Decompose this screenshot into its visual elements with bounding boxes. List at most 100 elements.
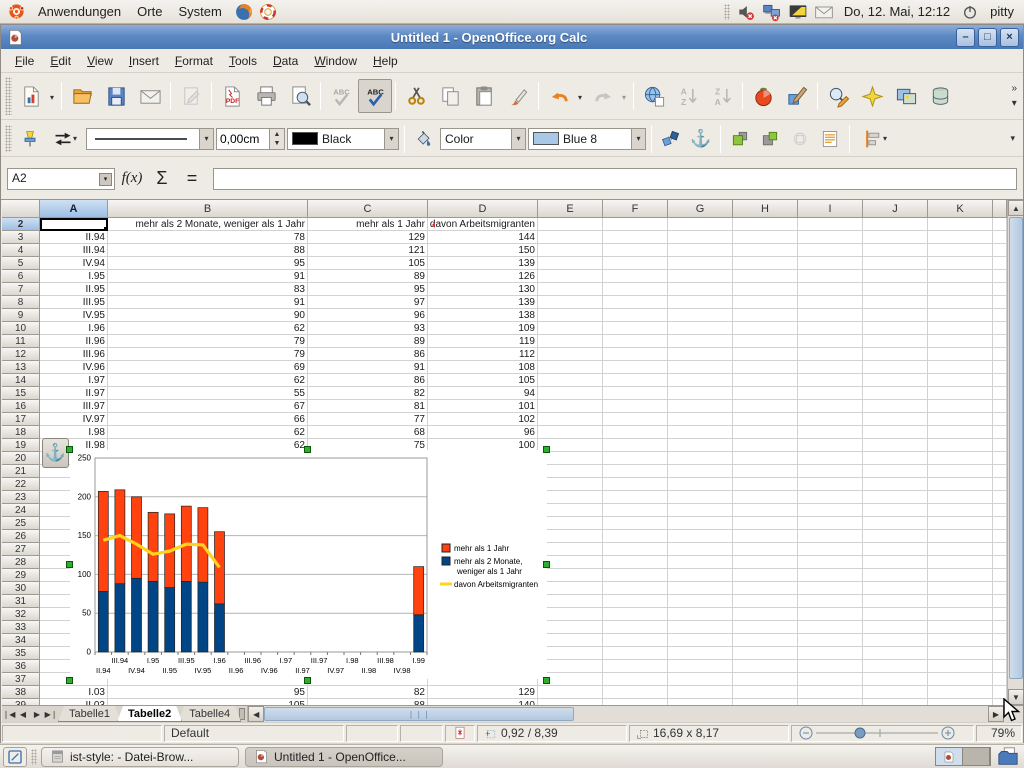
cell-pad6[interactable] bbox=[993, 270, 1007, 283]
cell-J26[interactable] bbox=[863, 530, 928, 543]
cell-H28[interactable] bbox=[733, 556, 798, 569]
email-button[interactable] bbox=[133, 79, 167, 113]
cell-F19[interactable] bbox=[603, 439, 668, 452]
cell-E18[interactable] bbox=[538, 426, 603, 439]
row-header-26[interactable]: 26 bbox=[2, 530, 40, 543]
to-background-icon[interactable] bbox=[816, 126, 844, 152]
paste-button[interactable] bbox=[467, 79, 501, 113]
cell-K36[interactable] bbox=[928, 660, 993, 673]
cell-C9[interactable]: 96 bbox=[308, 309, 428, 322]
cell-D6[interactable]: 126 bbox=[428, 270, 538, 283]
cell-A15[interactable]: II.97 bbox=[40, 387, 108, 400]
cell-F4[interactable] bbox=[603, 244, 668, 257]
cell-G38[interactable] bbox=[668, 686, 733, 699]
cell-C5[interactable]: 105 bbox=[308, 257, 428, 270]
cell-K31[interactable] bbox=[928, 595, 993, 608]
cell-E9[interactable] bbox=[538, 309, 603, 322]
cell-K38[interactable] bbox=[928, 686, 993, 699]
cell-I18[interactable] bbox=[798, 426, 863, 439]
panel-menu-orte[interactable]: Orte bbox=[129, 3, 170, 20]
cell-E2[interactable] bbox=[538, 218, 603, 231]
trash-folder-icon[interactable] bbox=[995, 746, 1021, 768]
help-lifering-icon[interactable] bbox=[258, 2, 278, 22]
cell-pad8[interactable] bbox=[993, 296, 1007, 309]
cell-I9[interactable] bbox=[798, 309, 863, 322]
select-all-corner[interactable] bbox=[2, 200, 40, 218]
menu-format[interactable]: Format bbox=[167, 51, 221, 71]
cell-E29[interactable] bbox=[538, 569, 603, 582]
cell-I8[interactable] bbox=[798, 296, 863, 309]
titlebar[interactable]: Untitled 1 - OpenOffice.org Calc – □ × bbox=[1, 25, 1023, 49]
name-box[interactable]: A2 ▾ bbox=[7, 168, 115, 190]
cell-G10[interactable] bbox=[668, 322, 733, 335]
column-header-D[interactable]: D bbox=[428, 200, 538, 218]
cell-E17[interactable] bbox=[538, 413, 603, 426]
cell-B5[interactable]: 95 bbox=[108, 257, 308, 270]
column-header-E[interactable]: E bbox=[538, 200, 603, 218]
cell-B18[interactable]: 62 bbox=[108, 426, 308, 439]
cell-A7[interactable]: II.95 bbox=[40, 283, 108, 296]
cell-B16[interactable]: 67 bbox=[108, 400, 308, 413]
cell-I14[interactable] bbox=[798, 374, 863, 387]
cell-I6[interactable] bbox=[798, 270, 863, 283]
cell-G20[interactable] bbox=[668, 452, 733, 465]
row-header-2[interactable]: 2 bbox=[2, 218, 40, 231]
zoom-slider[interactable] bbox=[798, 725, 958, 741]
sheet-tab-tabelle1[interactable]: Tabelle1 bbox=[58, 706, 121, 722]
cell-J32[interactable] bbox=[863, 608, 928, 621]
cell-F3[interactable] bbox=[603, 231, 668, 244]
cell-K3[interactable] bbox=[928, 231, 993, 244]
cell-H32[interactable] bbox=[733, 608, 798, 621]
column-header-J[interactable]: J bbox=[863, 200, 928, 218]
cell-A17[interactable]: IV.97 bbox=[40, 413, 108, 426]
cell-C15[interactable]: 82 bbox=[308, 387, 428, 400]
cell-D16[interactable]: 101 bbox=[428, 400, 538, 413]
cell-F13[interactable] bbox=[603, 361, 668, 374]
cell-pad3[interactable] bbox=[993, 231, 1007, 244]
selection-handle[interactable] bbox=[66, 446, 73, 453]
chevron-down-icon[interactable]: ▾ bbox=[622, 93, 626, 102]
cell-E27[interactable] bbox=[538, 543, 603, 556]
cell-pad23[interactable] bbox=[993, 491, 1007, 504]
cell-pad4[interactable] bbox=[993, 244, 1007, 257]
row-header-20[interactable]: 20 bbox=[2, 452, 40, 465]
row-header-5[interactable]: 5 bbox=[2, 257, 40, 270]
new-document-button[interactable]: ▾ bbox=[14, 79, 48, 113]
cell-H23[interactable] bbox=[733, 491, 798, 504]
zoom-percent-field[interactable]: 79% bbox=[976, 725, 1022, 742]
cell-J36[interactable] bbox=[863, 660, 928, 673]
row-header-24[interactable]: 24 bbox=[2, 504, 40, 517]
row-header-10[interactable]: 10 bbox=[2, 322, 40, 335]
cell-pad18[interactable] bbox=[993, 426, 1007, 439]
cell-pad14[interactable] bbox=[993, 374, 1007, 387]
cell-E13[interactable] bbox=[538, 361, 603, 374]
cell-H16[interactable] bbox=[733, 400, 798, 413]
print-button[interactable] bbox=[249, 79, 283, 113]
anchor-icon[interactable]: ⚓ bbox=[687, 126, 715, 152]
cell-H4[interactable] bbox=[733, 244, 798, 257]
line-color-select[interactable]: Black ▾ bbox=[287, 128, 399, 150]
row-header-16[interactable]: 16 bbox=[2, 400, 40, 413]
cell-B39[interactable]: 105 bbox=[108, 699, 308, 705]
cell-G26[interactable] bbox=[668, 530, 733, 543]
cell-F22[interactable] bbox=[603, 478, 668, 491]
stepper-arrows[interactable]: ▲▼ bbox=[269, 129, 284, 149]
cell-J31[interactable] bbox=[863, 595, 928, 608]
chevron-down-icon[interactable]: ▾ bbox=[511, 129, 525, 149]
toolbar-dropdown-icon[interactable]: ▾ bbox=[1010, 133, 1021, 144]
to-foreground-icon[interactable] bbox=[786, 126, 814, 152]
navigator-button[interactable] bbox=[855, 79, 889, 113]
cell-K25[interactable] bbox=[928, 517, 993, 530]
copy-button[interactable] bbox=[433, 79, 467, 113]
selected-cell-A2[interactable] bbox=[40, 218, 108, 231]
cell-I32[interactable] bbox=[798, 608, 863, 621]
sheet-tab-tabelle2[interactable]: Tabelle2 bbox=[117, 706, 182, 722]
cell-pad21[interactable] bbox=[993, 465, 1007, 478]
row-header-34[interactable]: 34 bbox=[2, 634, 40, 647]
cell-pad19[interactable] bbox=[993, 439, 1007, 452]
cell-H35[interactable] bbox=[733, 647, 798, 660]
page-style-field[interactable]: Default bbox=[164, 725, 344, 742]
bring-to-front-icon[interactable] bbox=[726, 126, 754, 152]
cell-I27[interactable] bbox=[798, 543, 863, 556]
cell-I5[interactable] bbox=[798, 257, 863, 270]
